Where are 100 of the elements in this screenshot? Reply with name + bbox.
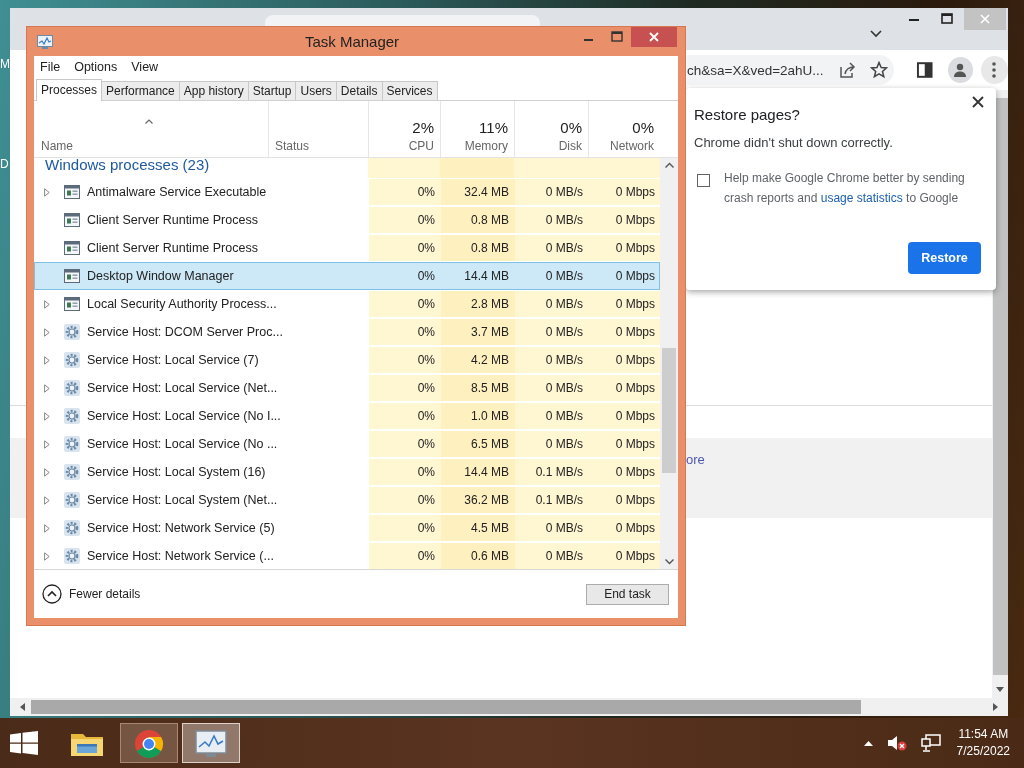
expand-arrow-icon[interactable] (44, 383, 50, 393)
expand-arrow-icon[interactable] (44, 495, 50, 505)
more-link[interactable]: ore (686, 452, 705, 467)
process-row[interactable]: Service Host: Local Service (7) 0% 4.2 MB 0 MB/s 0 Mbps (34, 346, 660, 374)
table-cell: 8.5 MB (471, 381, 509, 395)
column-label: CPU (408, 139, 434, 153)
process-row[interactable]: Service Host: Local System (16) 0% 14.4 MB 0.1 MB/s 0 Mbps (34, 458, 660, 486)
tab[interactable]: Startup (247, 81, 297, 100)
group-heading[interactable]: Windows processes (23) (34, 158, 368, 178)
column-header[interactable]: Name (34, 101, 268, 157)
side-panel-icon[interactable] (916, 61, 934, 79)
process-row[interactable]: Service Host: Network Service (... 0% 0.6 MB 0 MB/s 0 Mbps (34, 542, 660, 569)
clock-time[interactable]: 11:54 AM (958, 726, 1009, 743)
gear-icon (64, 492, 80, 508)
tab[interactable]: Details (335, 81, 383, 100)
expand-arrow-icon[interactable] (44, 327, 50, 337)
checkbox[interactable] (697, 174, 710, 187)
scroll-right-icon[interactable] (993, 703, 998, 711)
process-row[interactable]: Antimalware Service Executable 0% 32.4 MB 0 MB/s 0 Mbps (34, 178, 660, 206)
horizontal-scrollbar[interactable] (10, 698, 1008, 716)
column-header[interactable]: 11% Memory (440, 101, 514, 157)
table-cell: 0 Mbps (615, 269, 655, 283)
menu-item[interactable]: View (131, 60, 159, 74)
desktop-icon-label: M (0, 56, 11, 72)
address-field[interactable]: ch&sa=X&ved=2ahU... (687, 55, 894, 85)
fewer-details-button[interactable]: Fewer details (42, 584, 141, 604)
table-cell: 0 MB/s (545, 353, 583, 367)
scroll-left-icon[interactable] (20, 703, 25, 711)
tab[interactable]: Users (295, 81, 337, 100)
expand-arrow-icon[interactable] (44, 551, 50, 561)
process-row[interactable]: Client Server Runtime Process 0% 0.8 MB 0 MB/s 0 Mbps (34, 234, 660, 262)
table-cell: 0 Mbps (615, 297, 655, 311)
menu-item[interactable]: File (40, 60, 61, 74)
usage-percent: 2% (412, 119, 434, 136)
vertical-scrollbar[interactable] (660, 158, 678, 569)
table-cell: 0 Mbps (615, 549, 655, 563)
restore-button[interactable]: Restore (908, 242, 981, 274)
expand-arrow-icon[interactable] (44, 355, 50, 365)
column-header[interactable]: 0% Network (588, 101, 660, 157)
column-header[interactable]: 2% CPU (368, 101, 440, 157)
process-row[interactable]: Service Host: Network Service (5) 0% 4.5 MB 0 MB/s 0 Mbps (34, 514, 660, 542)
tab[interactable]: Processes (36, 79, 103, 101)
window-icon (64, 213, 80, 227)
taskbar-button[interactable] (120, 723, 178, 763)
network-icon[interactable] (920, 734, 941, 752)
expand-arrow-icon[interactable] (44, 467, 50, 477)
table-cell: 14.4 MB (464, 465, 509, 479)
gear-icon (64, 464, 80, 480)
expand-arrow-icon[interactable] (44, 523, 50, 533)
tab[interactable]: Performance (101, 81, 180, 100)
profile-button[interactable] (947, 57, 973, 83)
scroll-thumb[interactable] (662, 348, 676, 473)
expand-arrow-icon[interactable] (44, 299, 50, 309)
column-header[interactable]: 0% Disk (514, 101, 588, 157)
process-row[interactable]: Service Host: Local Service (No I... 0% 1.0 MB 0 MB/s 0 Mbps (34, 402, 660, 430)
checkbox-label: Help make Google Chrome better by sending crash reports and usage statistics to Google (724, 170, 966, 207)
table-cell: 0% (417, 213, 435, 227)
table-cell: 0 Mbps (615, 381, 655, 395)
person-icon (953, 63, 968, 77)
scroll-down-icon[interactable] (664, 559, 674, 565)
column-header[interactable]: Status (268, 101, 368, 157)
share-icon[interactable] (837, 61, 856, 79)
speaker-muted-icon[interactable] (886, 734, 907, 752)
process-row[interactable]: Service Host: Local Service (Net... 0% 8.5 MB 0 MB/s 0 Mbps (34, 374, 660, 402)
process-row[interactable]: Desktop Window Manager 0% 14.4 MB 0 MB/s 0 Mbps (34, 262, 660, 290)
expand-arrow-icon[interactable] (44, 411, 50, 421)
expand-arrow-icon[interactable] (44, 439, 50, 449)
tab[interactable]: Services (381, 81, 438, 100)
close-button[interactable] (631, 27, 677, 47)
menu-item[interactable]: Options (74, 60, 118, 74)
chevron-down-icon[interactable] (870, 30, 882, 38)
process-row[interactable]: Client Server Runtime Process 0% 0.8 MB 0 MB/s 0 Mbps (34, 206, 660, 234)
scroll-down-icon[interactable] (996, 687, 1004, 692)
usage-statistics-link[interactable]: usage statistics (820, 191, 903, 205)
table-cell: 0 Mbps (615, 185, 655, 199)
table-cell: 0 MB/s (545, 437, 583, 451)
table-cell: 0% (417, 437, 435, 451)
expand-arrow-icon[interactable] (44, 187, 50, 197)
table-cell: 0.8 MB (471, 241, 509, 255)
windows-logo-icon[interactable] (10, 731, 38, 755)
table-cell: 0 MB/s (545, 381, 583, 395)
clock-date[interactable]: 7/25/2022 (956, 743, 1010, 760)
table-cell: 1.0 MB (471, 409, 509, 423)
menu-button[interactable] (980, 56, 1008, 84)
star-icon[interactable] (869, 61, 888, 79)
process-row[interactable]: Service Host: Local Service (No ... 0% 6.5 MB 0 MB/s 0 Mbps (34, 430, 660, 458)
process-row[interactable]: Service Host: DCOM Server Proc... 0% 3.7 MB 0 MB/s 0 Mbps (34, 318, 660, 346)
gear-icon (64, 548, 80, 564)
process-row[interactable]: Service Host: Local System (Net... 0% 36.2 MB 0.1 MB/s 0 Mbps (34, 486, 660, 514)
process-row[interactable]: Local Security Authority Process... 0% 2.8 MB 0 MB/s 0 Mbps (34, 290, 660, 318)
scroll-up-icon[interactable] (664, 162, 674, 168)
column-label: Network (610, 139, 654, 153)
caret-up-icon[interactable] (863, 740, 873, 746)
close-icon[interactable] (972, 96, 984, 108)
end-task-button[interactable]: End task (586, 583, 669, 605)
table-cell: 0 MB/s (545, 549, 583, 563)
column-label: Disk (558, 139, 582, 153)
table-cell: 0% (417, 241, 435, 255)
tab[interactable]: App history (178, 81, 249, 100)
scroll-thumb[interactable] (31, 700, 861, 714)
